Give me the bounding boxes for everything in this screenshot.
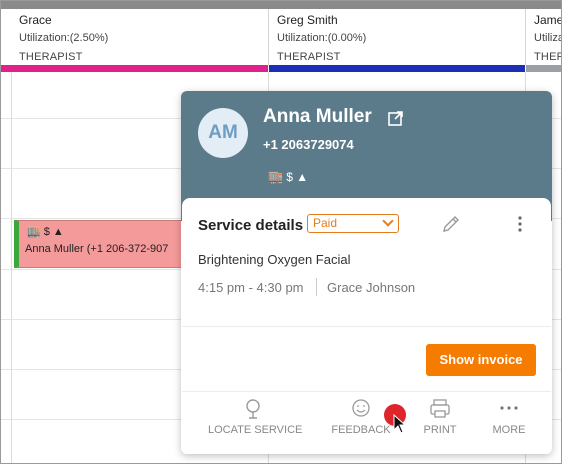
divider bbox=[182, 326, 551, 327]
feedback-label: FEEDBACK bbox=[331, 424, 391, 436]
more-dots-icon bbox=[500, 406, 518, 410]
kebab-menu-icon[interactable] bbox=[515, 214, 525, 234]
mouse-pointer-icon bbox=[393, 414, 407, 434]
avatar: AM bbox=[198, 108, 248, 158]
service-name: Brightening Oxygen Facial bbox=[198, 252, 351, 267]
top-bar bbox=[1, 1, 561, 9]
appointment-client: Anna Muller (+1 206-372-907 bbox=[25, 243, 169, 255]
service-time: 4:15 pm - 4:30 pm bbox=[198, 280, 304, 295]
smiley-icon bbox=[352, 399, 370, 417]
open-external-icon[interactable] bbox=[388, 110, 404, 126]
client-name[interactable]: Anna Muller bbox=[263, 106, 372, 128]
appointment-popover: AM Anna Muller +1 2063729074 🏬 $ ▲ Servi… bbox=[181, 91, 552, 454]
more-button[interactable]: MORE bbox=[488, 398, 530, 436]
more-label: MORE bbox=[492, 424, 526, 436]
locate-pin-icon bbox=[246, 399, 260, 419]
staff-column-header-greg[interactable]: Greg Smith Utilization:(0.00%) THERAPIST bbox=[269, 9, 526, 65]
staff-role: THERAPIST bbox=[19, 51, 83, 63]
chevron-down-icon bbox=[382, 215, 394, 227]
staff-color-bar-greg bbox=[269, 65, 525, 72]
staff-utilization: Utilization:(0.00%) bbox=[277, 32, 367, 44]
staff-name: Grace bbox=[19, 13, 52, 27]
staff-name: Jame bbox=[534, 13, 562, 27]
print-button[interactable]: PRINT bbox=[420, 398, 460, 436]
staff-name: Greg Smith bbox=[277, 13, 338, 27]
printer-icon bbox=[430, 399, 450, 418]
staff-utilization: Utilization bbox=[534, 32, 561, 44]
service-details-card: Service details Paid Brightening Oxygen … bbox=[182, 198, 551, 454]
staff-column-header-jame[interactable]: Jame Utilization THERAP bbox=[526, 9, 562, 65]
staff-color-bar-grace bbox=[1, 65, 268, 72]
staff-role: THERAPIST bbox=[277, 51, 341, 63]
separator bbox=[316, 278, 317, 296]
show-invoice-button[interactable]: Show invoice bbox=[426, 344, 536, 376]
feedback-button[interactable]: FEEDBACK bbox=[330, 398, 392, 436]
divider bbox=[182, 391, 551, 392]
staff-color-bar-jame bbox=[526, 65, 561, 72]
client-phone: +1 2063729074 bbox=[263, 137, 354, 152]
client-status-icons: 🏬 $ ▲ bbox=[268, 170, 309, 184]
service-staff: Grace Johnson bbox=[327, 280, 416, 295]
service-details-title: Service details bbox=[198, 217, 304, 234]
staff-column-header-grace[interactable]: Grace Utilization:(2.50%) THERAPIST bbox=[11, 9, 269, 65]
staff-role: THERAP bbox=[534, 51, 561, 63]
appointment-block[interactable]: 🏬 $ ▲ Anna Muller (+1 206-372-907 bbox=[14, 220, 186, 268]
payment-status-select[interactable]: Paid bbox=[307, 214, 399, 233]
grid-vline bbox=[11, 72, 12, 463]
edit-pencil-icon[interactable] bbox=[441, 214, 461, 234]
print-label: PRINT bbox=[423, 424, 457, 436]
locate-service-button[interactable]: LOCATE SERVICE bbox=[208, 398, 302, 436]
locate-service-label: LOCATE SERVICE bbox=[208, 424, 303, 436]
staff-utilization: Utilization:(2.50%) bbox=[19, 32, 109, 44]
appointment-icons: 🏬 $ ▲ bbox=[27, 226, 64, 238]
payment-status-value: Paid bbox=[313, 216, 338, 230]
